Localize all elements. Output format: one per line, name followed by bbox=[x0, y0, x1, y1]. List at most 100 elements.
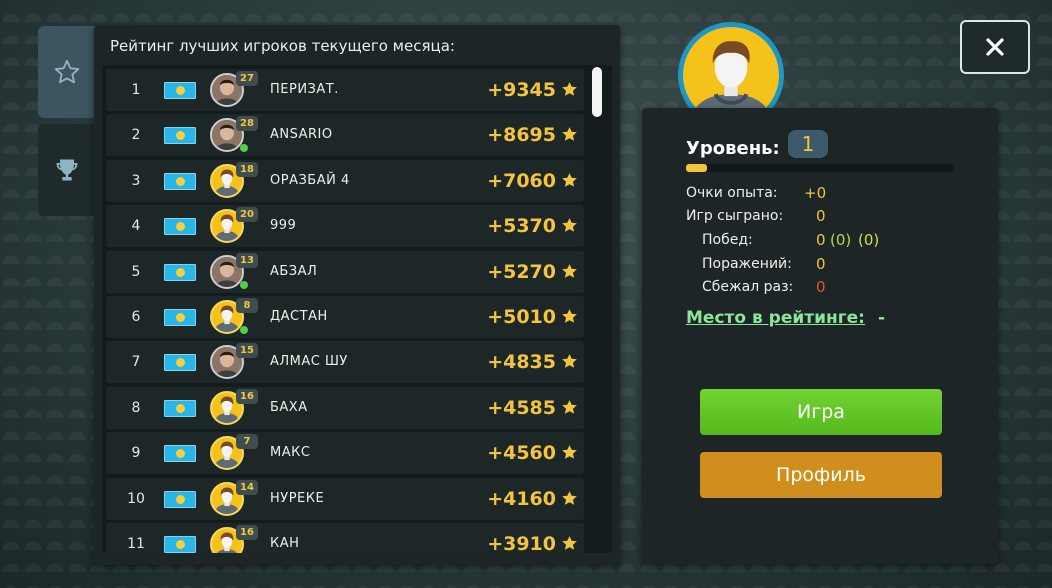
rank-number: 9 bbox=[131, 445, 141, 462]
online-indicator bbox=[240, 326, 248, 334]
stat-value: 0 bbox=[816, 278, 826, 296]
stat-label: Очки опыта: bbox=[686, 185, 778, 201]
play-button[interactable]: Игра bbox=[700, 389, 942, 435]
rank-number: 11 bbox=[127, 536, 145, 552]
player-score: +5370 bbox=[487, 215, 556, 238]
star-icon bbox=[561, 444, 578, 461]
player-level-badge: 20 bbox=[236, 207, 258, 223]
kazakhstan-flag-icon bbox=[164, 172, 196, 190]
player-level-badge: 13 bbox=[236, 252, 258, 268]
kazakhstan-flag-icon bbox=[164, 82, 196, 99]
close-icon bbox=[986, 38, 1004, 56]
player-level-badge: 18 bbox=[236, 161, 258, 177]
player-score: +4560 bbox=[487, 442, 556, 465]
player-level-badge: 28 bbox=[236, 116, 258, 132]
trophy-icon bbox=[56, 159, 78, 181]
leaderboard-title: Рейтинг лучших игроков текущего месяца: bbox=[110, 37, 455, 55]
player-level-badge: 15 bbox=[236, 343, 258, 359]
level-badge: 1 bbox=[788, 130, 828, 158]
star-icon bbox=[561, 353, 578, 370]
kazakhstan-flag-icon bbox=[164, 354, 196, 372]
rank-number: 3 bbox=[131, 172, 141, 189]
player-score: +8695 bbox=[487, 124, 556, 147]
star-icon bbox=[54, 59, 80, 84]
rank-number: 10 bbox=[127, 490, 145, 507]
leaderboard-row[interactable]: 5 13 АБЗАЛ +5270 bbox=[106, 250, 584, 293]
player-name: ANSARIO bbox=[270, 127, 333, 143]
leaderboard-row[interactable]: 9 7 МАКС +4560 bbox=[106, 432, 584, 475]
leaderboard-row[interactable]: 11 16 КАН +3910 bbox=[106, 523, 584, 553]
player-name: МАКС bbox=[270, 445, 311, 461]
player-name: КАН bbox=[270, 536, 300, 551]
star-icon bbox=[561, 399, 578, 416]
leaderboard-row[interactable]: 2 28 ANSARIO +8695 bbox=[106, 114, 584, 157]
leaderboard-row[interactable]: 1 27 ПЕРИЗАТ. +9345 bbox=[106, 69, 584, 111]
stat-value-extra: (0) bbox=[858, 231, 880, 249]
player-score: +3910 bbox=[487, 533, 556, 553]
stat-value: 0 bbox=[816, 255, 826, 273]
leaderboard-row[interactable]: 8 16 БАХА +4585 bbox=[106, 386, 584, 429]
star-icon bbox=[561, 217, 578, 234]
rank-number: 1 bbox=[131, 82, 141, 98]
player-level-badge: 16 bbox=[236, 388, 258, 404]
player-name: 999 bbox=[270, 218, 297, 234]
leaderboard-panel: Рейтинг лучших игроков текущего месяца: … bbox=[94, 25, 620, 565]
scrollbar-thumb[interactable] bbox=[592, 67, 602, 117]
kazakhstan-flag-icon bbox=[164, 536, 196, 553]
star-icon bbox=[561, 81, 578, 98]
rating-place-link[interactable]: Место в рейтинге: bbox=[686, 308, 865, 328]
kazakhstan-flag-icon bbox=[164, 127, 196, 145]
player-level-badge: 16 bbox=[236, 525, 258, 540]
star-icon bbox=[561, 535, 578, 552]
level-label: Уровень: bbox=[686, 138, 780, 159]
leaderboard-row[interactable]: 3 18 ОРАЗБАЙ 4 +7060 bbox=[106, 159, 584, 202]
rank-number: 6 bbox=[131, 309, 141, 325]
leaderboard-row[interactable]: 6 8 ДАСТАН +5010 bbox=[106, 296, 584, 338]
tab-tournament[interactable] bbox=[38, 124, 96, 216]
player-level-badge: 7 bbox=[236, 434, 258, 450]
star-icon bbox=[561, 172, 578, 189]
stat-value: 0 bbox=[816, 207, 826, 225]
online-indicator bbox=[240, 280, 248, 289]
kazakhstan-flag-icon bbox=[164, 490, 196, 508]
kazakhstan-flag-icon bbox=[164, 263, 196, 281]
leaderboard-list[interactable]: 1 27 ПЕРИЗАТ. +9345 2 28 ANSARIO +8695 3 18 ОРАЗБА… bbox=[102, 65, 612, 553]
player-name: ПЕРИЗАТ. bbox=[270, 82, 339, 97]
player-level-badge: 27 bbox=[236, 71, 258, 86]
player-score: +5270 bbox=[487, 260, 556, 283]
player-name: БАХА bbox=[270, 399, 308, 415]
kazakhstan-flag-icon bbox=[164, 445, 196, 463]
stat-label: Побед: bbox=[702, 232, 753, 248]
player-name: АЛМАС ШУ bbox=[270, 354, 348, 370]
player-score: +4835 bbox=[487, 351, 556, 374]
stat-value-extra: (0) bbox=[830, 231, 852, 249]
stat-value: +0 bbox=[804, 184, 827, 202]
stat-label: Игр сыграно: bbox=[686, 208, 784, 224]
leaderboard-row[interactable]: 10 14 НУРЕКЕ +4160 bbox=[106, 477, 584, 520]
star-icon bbox=[561, 263, 578, 280]
player-level-badge: 14 bbox=[236, 479, 258, 495]
rating-place-value: - bbox=[878, 308, 886, 328]
star-icon bbox=[561, 490, 578, 507]
tab-rating[interactable] bbox=[38, 26, 96, 118]
leaderboard-row[interactable]: 4 20 999 +5370 bbox=[106, 205, 584, 248]
rank-number: 8 bbox=[131, 399, 141, 416]
rank-number: 2 bbox=[131, 127, 141, 144]
player-score: +7060 bbox=[487, 169, 556, 192]
close-button[interactable] bbox=[960, 20, 1030, 74]
star-icon bbox=[561, 126, 578, 143]
rank-number: 7 bbox=[131, 354, 141, 371]
rank-number: 4 bbox=[131, 218, 141, 235]
stat-label: Сбежал раз: bbox=[702, 279, 794, 295]
stat-label: Поражений: bbox=[702, 256, 792, 272]
player-name: НУРЕКЕ bbox=[270, 490, 325, 506]
leaderboard-row[interactable]: 7 15 АЛМАС ШУ +4835 bbox=[106, 341, 584, 384]
kazakhstan-flag-icon bbox=[164, 309, 196, 326]
player-score: +5010 bbox=[487, 306, 556, 328]
profile-button[interactable]: Профиль bbox=[700, 452, 942, 498]
stat-value: 0 bbox=[816, 231, 826, 249]
kazakhstan-flag-icon bbox=[164, 399, 196, 417]
kazakhstan-flag-icon bbox=[164, 218, 196, 236]
xp-progress-fill bbox=[686, 164, 708, 172]
player-score: +4585 bbox=[487, 396, 556, 419]
